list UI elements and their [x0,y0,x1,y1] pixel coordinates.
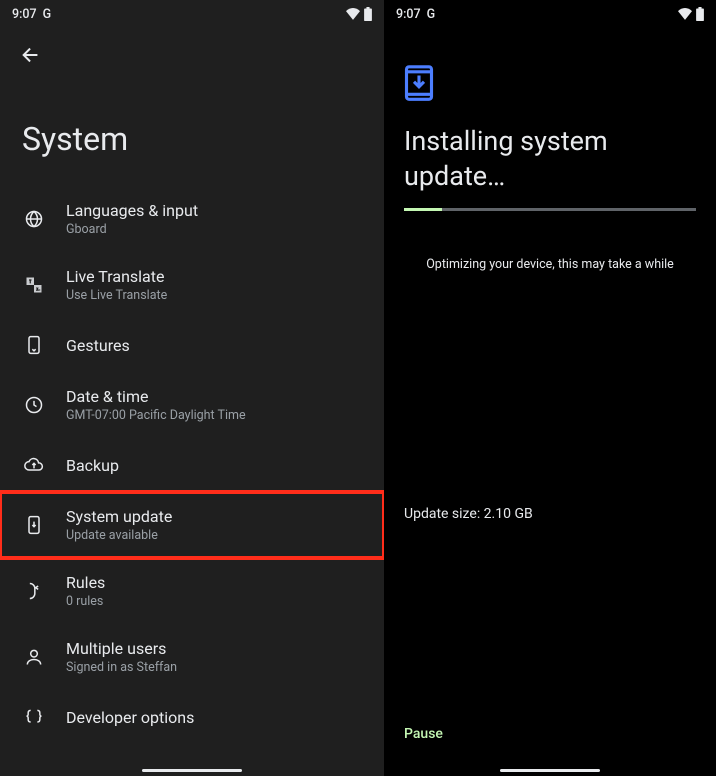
nav-handle[interactable] [142,769,242,772]
status-indicator: G [43,7,52,22]
user-icon [22,645,46,669]
settings-item-languages[interactable]: Languages & input Gboard [0,186,384,252]
status-bar: 9:07 G [384,0,716,28]
settings-system-screen: 9:07 G System Languages & input Gboard [0,0,384,776]
status-bar: 9:07 G [0,0,384,28]
progress-bar [404,208,696,211]
update-size: Update size: 2.10 GB [404,506,533,522]
settings-item-live-translate[interactable]: Live Translate Use Live Translate [0,252,384,318]
nav-handle[interactable] [500,769,600,772]
item-title: Gestures [66,336,130,355]
settings-item-developer-options[interactable]: Developer options [0,690,384,744]
item-title: Rules [66,573,105,592]
braces-icon [22,705,46,729]
item-subtitle: Gboard [66,222,198,237]
back-button[interactable] [0,28,384,66]
status-time: 9:07 [396,7,421,22]
item-subtitle: Update available [66,528,172,543]
battery-icon [696,7,704,21]
download-icon [384,28,716,102]
nav-bar [384,769,716,772]
settings-item-backup[interactable]: Backup [0,438,384,492]
nav-bar [0,769,384,772]
item-subtitle: GMT-07:00 Pacific Daylight Time [66,408,246,423]
cloud-upload-icon [22,453,46,477]
item-subtitle: 0 rules [66,594,105,609]
page-title: System [0,66,384,186]
status-time: 9:07 [12,7,37,22]
item-subtitle: Use Live Translate [66,288,167,303]
clock-icon [22,393,46,417]
item-title: System update [66,507,172,526]
item-title: Multiple users [66,639,177,658]
optimizing-text: Optimizing your device, this may take a … [384,211,716,272]
progress-fill [404,208,442,211]
settings-item-rules[interactable]: Rules 0 rules [0,558,384,624]
settings-item-multiple-users[interactable]: Multiple users Signed in as Steffan [0,624,384,690]
gestures-icon [22,333,46,357]
settings-list: Languages & input Gboard Live Translate … [0,186,384,744]
globe-icon [22,207,46,231]
arrow-left-icon [20,44,42,66]
wifi-icon [678,8,692,20]
item-title: Live Translate [66,267,167,286]
item-title: Backup [66,456,119,475]
item-title: Developer options [66,708,194,727]
item-title: Date & time [66,387,246,406]
settings-item-datetime[interactable]: Date & time GMT-07:00 Pacific Daylight T… [0,372,384,438]
rules-icon [22,579,46,603]
settings-item-gestures[interactable]: Gestures [0,318,384,372]
wifi-icon [346,8,360,20]
item-title: Languages & input [66,201,198,220]
translate-icon [22,273,46,297]
item-subtitle: Signed in as Steffan [66,660,177,675]
settings-item-system-update[interactable]: System update Update available [0,492,384,558]
system-update-screen: 9:07 G Installing system update… Optimiz… [384,0,716,776]
battery-icon [364,7,372,21]
system-update-icon [22,513,46,537]
pause-button[interactable]: Pause [404,726,443,742]
status-indicator: G [427,7,436,22]
install-title: Installing system update… [384,102,716,208]
